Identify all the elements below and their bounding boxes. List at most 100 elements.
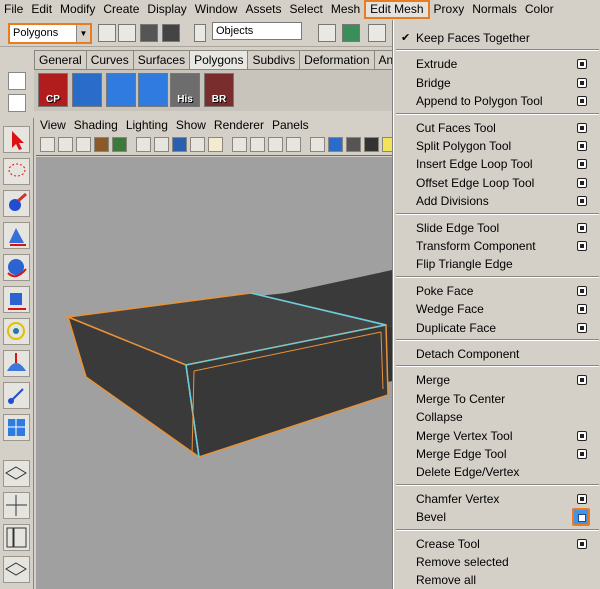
- br-shelf-button[interactable]: BR: [204, 73, 234, 107]
- menu-item-duplicate-face[interactable]: Duplicate Face: [394, 319, 600, 337]
- grid-toggle-icon[interactable]: [286, 137, 301, 152]
- menu-mesh[interactable]: Mesh: [327, 0, 364, 19]
- option-box-icon[interactable]: [577, 538, 587, 549]
- menu-item-slide-edge-tool[interactable]: Slide Edge Tool: [394, 219, 600, 237]
- option-box-icon[interactable]: [577, 196, 587, 207]
- grid-shelf-button-2[interactable]: [138, 73, 168, 107]
- new-scene-icon[interactable]: [118, 24, 136, 42]
- menu-item-remove-all[interactable]: Remove all: [394, 571, 600, 589]
- menu-edit[interactable]: Edit: [27, 0, 56, 19]
- flat-shade-icon[interactable]: [346, 137, 361, 152]
- lasso-tool-icon[interactable]: [3, 158, 30, 185]
- select-tool-icon[interactable]: [3, 126, 30, 153]
- menu-item-add-divisions[interactable]: Add Divisions: [394, 192, 600, 210]
- option-box-icon[interactable]: [577, 177, 587, 188]
- safe-title-icon[interactable]: [268, 137, 283, 152]
- option-box-icon[interactable]: [577, 322, 587, 333]
- panel-menu-lighting[interactable]: Lighting: [122, 116, 172, 134]
- menu-item-merge-vertex-tool[interactable]: Merge Vertex Tool: [394, 427, 600, 445]
- single-pane-layout-icon[interactable]: [3, 460, 30, 487]
- persp-layout-icon[interactable]: [3, 556, 30, 583]
- soft-mod-tool-icon[interactable]: [3, 350, 30, 377]
- camera-attributes-icon[interactable]: [58, 137, 73, 152]
- wireframe-shading-icon[interactable]: [310, 137, 325, 152]
- menu-item-split-polygon-tool[interactable]: Split Polygon Tool: [394, 137, 600, 155]
- shelf-options-icon[interactable]: [8, 72, 26, 90]
- menu-modify[interactable]: Modify: [56, 0, 99, 19]
- scale-tool-icon[interactable]: [3, 286, 30, 313]
- paint-select-tool-icon[interactable]: [3, 190, 30, 217]
- field-chart-icon[interactable]: [232, 137, 247, 152]
- menu-color[interactable]: Color: [521, 0, 558, 19]
- option-box-icon[interactable]: [577, 141, 587, 151]
- menu-item-chamfer-vertex[interactable]: Chamfer Vertex: [394, 490, 600, 508]
- menu-window[interactable]: Window: [191, 0, 242, 19]
- cp-shelf-button[interactable]: CP: [38, 73, 68, 107]
- gate-mask-icon[interactable]: [208, 137, 223, 152]
- selection-mask-field[interactable]: Objects: [212, 22, 302, 40]
- option-box-icon[interactable]: [577, 493, 587, 504]
- option-box-icon[interactable]: [577, 285, 587, 296]
- menu-normals[interactable]: Normals: [468, 0, 521, 19]
- menu-item-collapse[interactable]: Collapse: [394, 408, 600, 426]
- menu-edit-mesh[interactable]: Edit Mesh: [364, 0, 430, 19]
- menu-item-keep-faces-together[interactable]: ✔ Keep Faces Together: [394, 29, 600, 47]
- menu-create[interactable]: Create: [99, 0, 143, 19]
- option-box-icon[interactable]: [572, 508, 590, 527]
- option-box-icon[interactable]: [577, 241, 587, 251]
- menu-select[interactable]: Select: [285, 0, 326, 19]
- outliner-layout-icon[interactable]: [3, 524, 30, 551]
- move-tool-icon[interactable]: [3, 222, 30, 249]
- panel-menu-panels[interactable]: Panels: [268, 116, 313, 134]
- menu-item-insert-edge-loop-tool[interactable]: Insert Edge Loop Tool: [394, 155, 600, 173]
- four-pane-layout-icon[interactable]: [3, 492, 30, 519]
- menu-item-bridge[interactable]: Bridge: [394, 74, 600, 92]
- option-box-icon[interactable]: [577, 304, 587, 315]
- menu-item-remove-selected[interactable]: Remove selected: [394, 553, 600, 571]
- option-box-icon[interactable]: [577, 375, 587, 386]
- menu-item-append-to-polygon-tool[interactable]: Append to Polygon Tool: [394, 92, 600, 110]
- menu-file[interactable]: File: [0, 0, 27, 19]
- option-box-icon[interactable]: [577, 122, 587, 133]
- option-box-icon[interactable]: [577, 159, 587, 170]
- history-shelf-button[interactable]: His: [170, 73, 200, 107]
- chevron-down-icon[interactable]: ▼: [76, 25, 90, 42]
- menu-item-bevel[interactable]: Bevel: [394, 508, 600, 527]
- menu-item-cut-faces-tool[interactable]: Cut Faces Tool: [394, 119, 600, 137]
- film-gate-icon[interactable]: [172, 137, 187, 152]
- option-box-icon[interactable]: [577, 222, 587, 233]
- object-mode-icon[interactable]: [342, 24, 360, 42]
- wireframe-icon[interactable]: [154, 137, 169, 152]
- shelf-tab-general[interactable]: General: [34, 50, 87, 69]
- menu-item-offset-edge-loop-tool[interactable]: Offset Edge Loop Tool: [394, 174, 600, 192]
- menu-item-extrude[interactable]: Extrude: [394, 55, 600, 73]
- option-box-icon[interactable]: [577, 96, 587, 107]
- rotate-tool-icon[interactable]: [3, 254, 30, 281]
- shelf-tab-curves[interactable]: Curves: [85, 50, 134, 69]
- option-box-icon[interactable]: [577, 449, 587, 459]
- shelf-tab-subdivs[interactable]: Subdivs: [247, 50, 301, 69]
- open-scene-icon[interactable]: [140, 24, 158, 42]
- menu-assets[interactable]: Assets: [241, 0, 285, 19]
- menu-item-detach-component[interactable]: Detach Component: [394, 345, 600, 363]
- camera-select-icon[interactable]: [40, 137, 55, 152]
- component-mode-icon[interactable]: [368, 24, 386, 42]
- panel-menu-view[interactable]: View: [36, 116, 70, 134]
- save-scene-icon[interactable]: [162, 24, 180, 42]
- shelf-tab-surfaces[interactable]: Surfaces: [132, 50, 191, 69]
- menu-item-delete-edge-vertex[interactable]: Delete Edge/Vertex: [394, 463, 600, 481]
- shelf-tab-deformation[interactable]: Deformation: [299, 50, 375, 69]
- menu-item-merge[interactable]: Merge: [394, 371, 600, 389]
- menu-proxy[interactable]: Proxy: [430, 0, 469, 19]
- menu-item-crease-tool[interactable]: Crease Tool: [394, 535, 600, 553]
- menu-item-merge-to-center[interactable]: Merge To Center: [394, 390, 600, 408]
- menu-item-merge-edge-tool[interactable]: Merge Edge Tool: [394, 445, 600, 463]
- safe-action-icon[interactable]: [250, 137, 265, 152]
- shelf-menu-icon[interactable]: [8, 94, 26, 112]
- bookmark-icon[interactable]: [76, 137, 91, 152]
- shelf-tab-polygons[interactable]: Polygons: [189, 50, 249, 69]
- two-d-pan-icon[interactable]: [112, 137, 127, 152]
- menu-display[interactable]: Display: [143, 0, 190, 19]
- menu-item-wedge-face[interactable]: Wedge Face: [394, 300, 600, 318]
- last-tool-icon[interactable]: [3, 414, 30, 441]
